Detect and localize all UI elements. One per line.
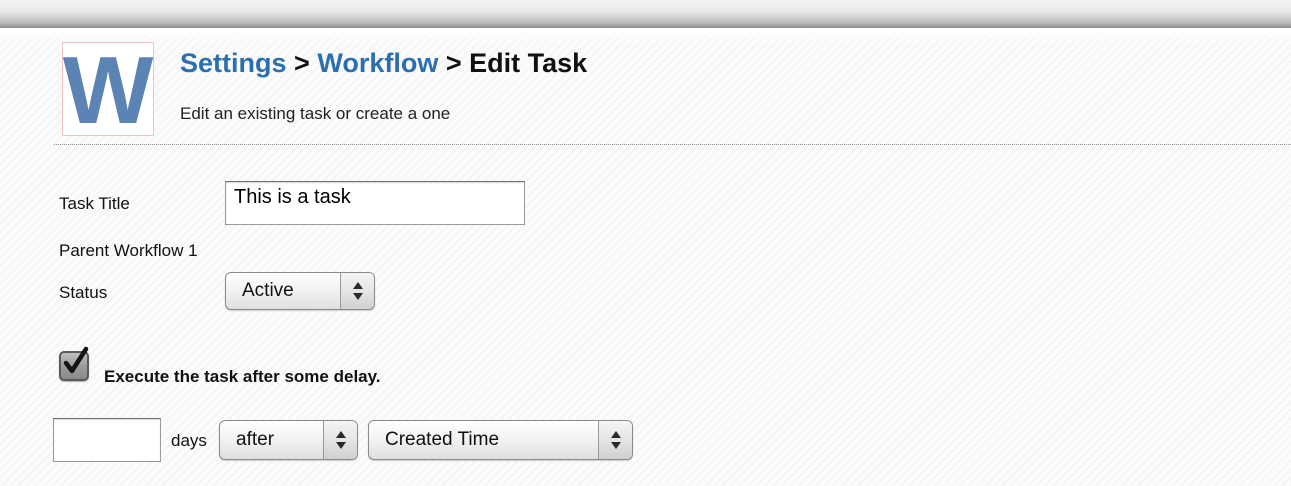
reference-time-select-value: Created Time: [385, 429, 500, 450]
relation-select[interactable]: after: [219, 420, 358, 460]
parent-workflow-text: Parent Workflow 1: [59, 241, 198, 260]
status-select-value: Active: [242, 280, 294, 301]
w-logo-icon: W: [62, 37, 154, 144]
days-input[interactable]: [53, 418, 161, 462]
breadcrumb-current: Edit Task: [469, 48, 588, 78]
top-fade: [0, 28, 1291, 46]
updown-chevron-icon: [598, 421, 632, 459]
breadcrumb-workflow-link[interactable]: Workflow: [317, 48, 438, 78]
status-label: Status: [59, 283, 108, 302]
updown-chevron-icon: [340, 273, 374, 309]
updown-chevron-icon: [323, 421, 357, 459]
relation-select-value: after: [236, 429, 275, 450]
reference-time-select[interactable]: Created Time: [368, 420, 633, 460]
task-title-input[interactable]: This is a task: [225, 181, 525, 225]
delay-checkbox[interactable]: [59, 346, 89, 381]
breadcrumb-separator: >: [294, 48, 310, 78]
delay-checkbox-label: Execute the task after some delay.: [104, 367, 381, 386]
checkmark-icon: [63, 346, 89, 374]
days-label: days: [171, 431, 207, 450]
logo-letter: W: [62, 37, 154, 144]
task-title-label: Task Title: [59, 194, 130, 213]
breadcrumb-separator: >: [445, 48, 462, 78]
header-divider: [54, 144, 1291, 145]
breadcrumb: Settings > Workflow > Edit Task: [180, 48, 587, 79]
page-subtitle: Edit an existing task or create a one: [180, 104, 451, 123]
breadcrumb-settings-link[interactable]: Settings: [180, 48, 287, 78]
window-top-bar: [0, 0, 1291, 28]
status-select[interactable]: Active: [225, 272, 375, 310]
